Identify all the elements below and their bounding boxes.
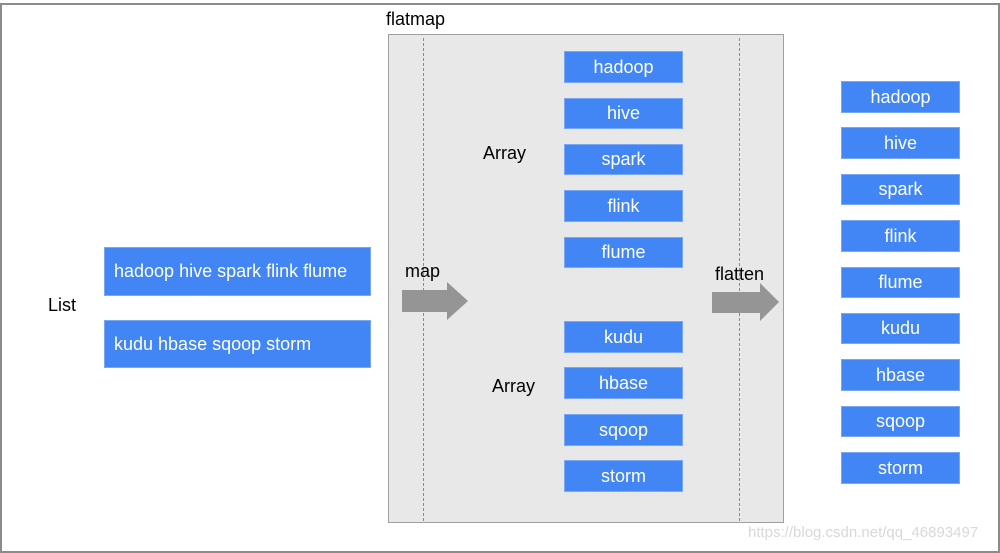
map-arrow-icon <box>402 282 468 320</box>
watermark: https://blog.csdn.net/qq_46893497 <box>748 524 979 541</box>
array-1-item: hive <box>564 98 683 129</box>
flattened-item: hadoop <box>841 81 960 113</box>
flattened-item: spark <box>841 174 960 205</box>
array-2-item: sqoop <box>564 414 683 446</box>
list-label: List <box>48 295 77 315</box>
array-1-item: flink <box>564 190 683 222</box>
array-label-1: Array <box>483 143 527 163</box>
array-label-2: Array <box>492 376 536 396</box>
flattened-item: hive <box>841 127 960 159</box>
flattened-item: hbase <box>841 359 960 391</box>
list-item-1: hadoop hive spark flink flume <box>104 247 371 296</box>
flattened-item: flink <box>841 220 960 252</box>
flattened-item: sqoop <box>841 406 960 437</box>
flattened-item: storm <box>841 452 960 484</box>
array-2-item: kudu <box>564 321 683 353</box>
map-label: map <box>405 261 441 281</box>
array-1-item: spark <box>564 144 683 175</box>
flatmap-title: flatmap <box>386 9 446 29</box>
flattened-item: kudu <box>841 313 960 344</box>
list-item-2: kudu hbase sqoop storm <box>104 320 371 368</box>
flattened-item: flume <box>841 267 960 298</box>
array-2-item: storm <box>564 460 683 492</box>
array-1-item: hadoop <box>564 51 683 83</box>
array-2-item: hbase <box>564 367 683 399</box>
flatten-arrow-icon <box>712 283 779 321</box>
array-1-item: flume <box>564 237 683 268</box>
flatten-label: flatten <box>715 264 765 284</box>
